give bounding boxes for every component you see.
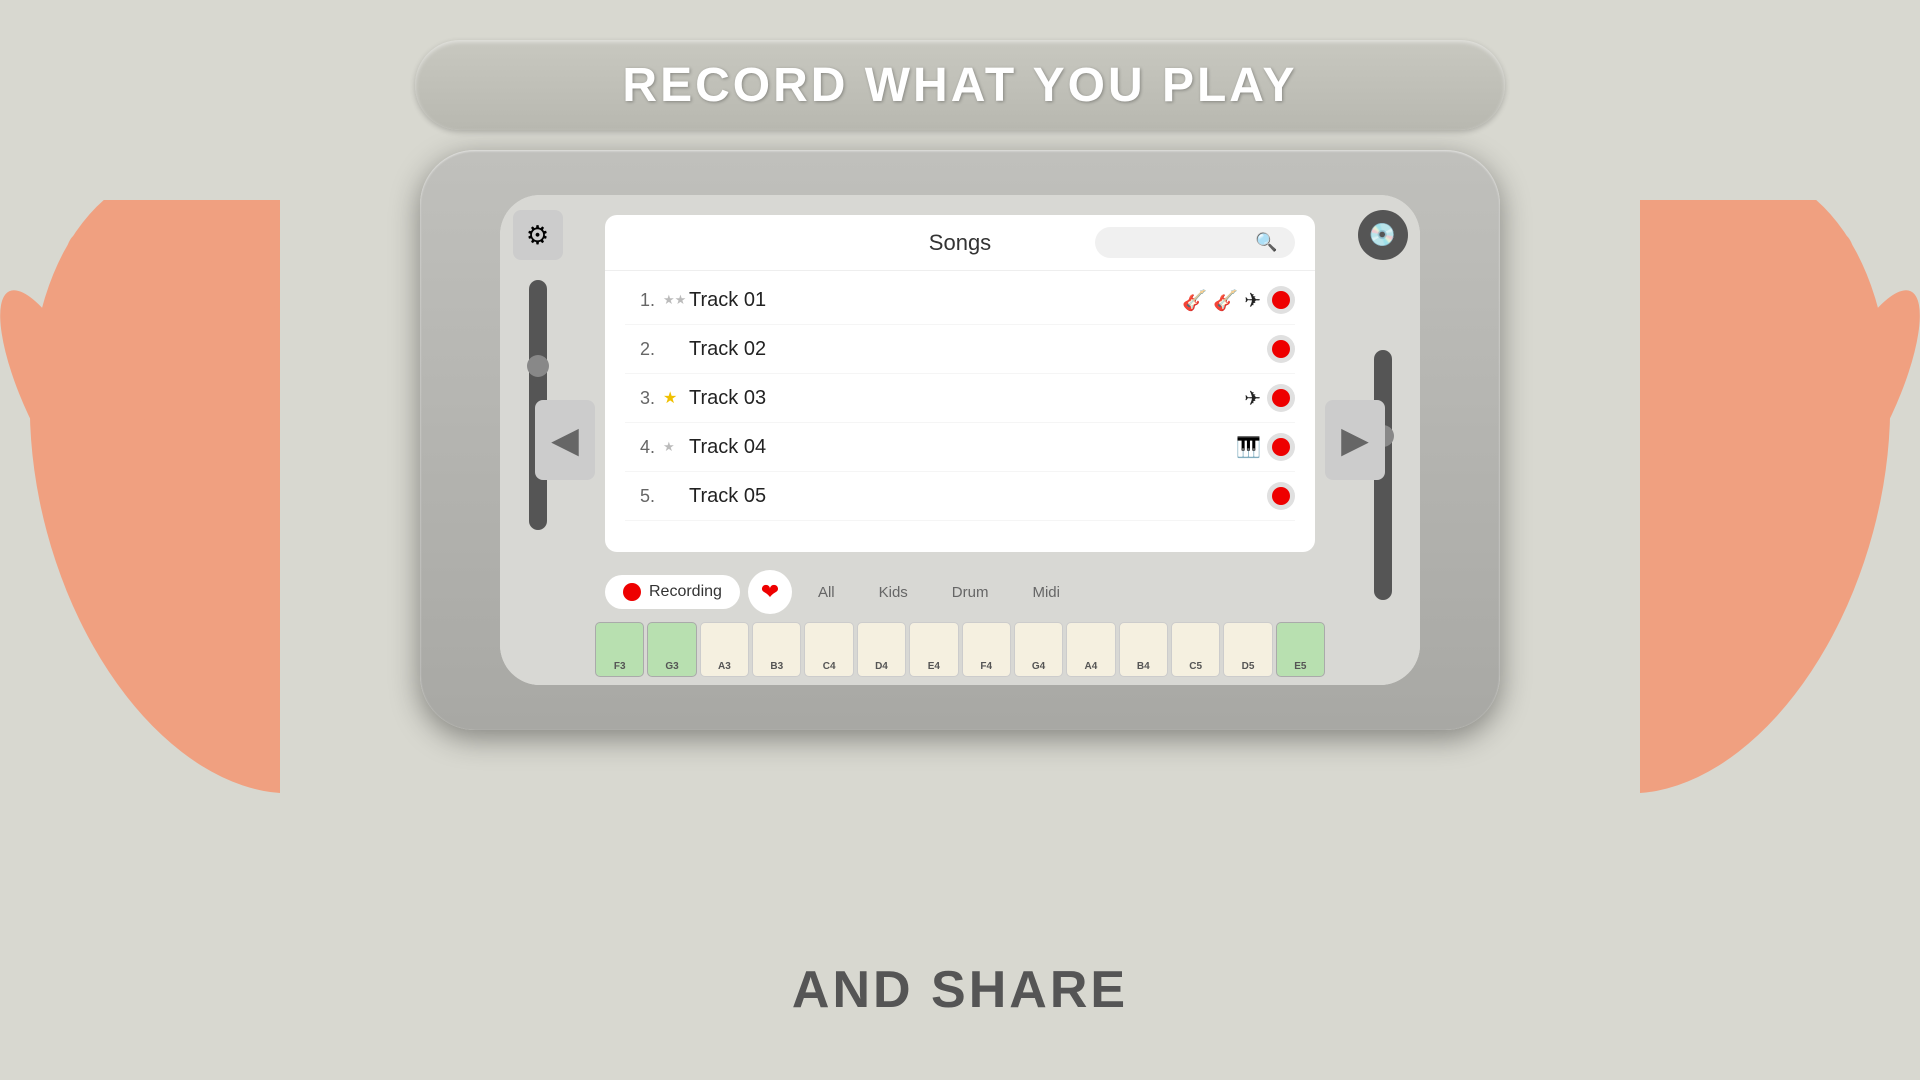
favorites-tab[interactable]: ❤ (748, 570, 792, 614)
track-icons-2 (1267, 335, 1295, 363)
songs-panel: Songs 🔍 1. ★★ Track 01 🎸 (605, 215, 1315, 552)
track-name-4: Track 04 (689, 436, 1236, 459)
piano-key-b4[interactable]: B4 (1119, 622, 1168, 677)
record-dot-3[interactable] (1267, 384, 1295, 412)
piano-key-d5[interactable]: D5 (1223, 622, 1272, 677)
piano-key-f4[interactable]: F4 (962, 622, 1011, 677)
track-number-1: 1. (625, 290, 655, 311)
phone-inner: ⚙ ◀ ▶ Songs 🔍 (500, 195, 1420, 685)
slider-thumb (527, 355, 549, 377)
track-icons-3: ✈ (1244, 384, 1295, 412)
track-item-4[interactable]: 4. ★ Track 04 🎹 (625, 423, 1295, 472)
drum-tab[interactable]: Drum (934, 576, 1007, 609)
all-tab[interactable]: All (800, 576, 853, 609)
disc-button[interactable]: 💿 (1358, 210, 1408, 260)
piano-key-a4[interactable]: A4 (1066, 622, 1115, 677)
record-dot-inner-4 (1272, 438, 1290, 456)
search-icon: 🔍 (1255, 232, 1277, 253)
piano-key-c4[interactable]: C4 (804, 622, 853, 677)
satellite-icon-3: ✈ (1244, 386, 1261, 411)
track-star-1: ★★ (663, 292, 685, 308)
track-number-3: 3. (625, 388, 655, 409)
piano-key-c5[interactable]: C5 (1171, 622, 1220, 677)
track-item-2[interactable]: 2. Track 02 (625, 325, 1295, 374)
midi-tab[interactable]: Midi (1014, 576, 1078, 609)
top-banner: RECORD WHAT YOU PLAY (415, 40, 1505, 130)
track-name-2: Track 02 (689, 338, 1267, 361)
track-icons-5 (1267, 482, 1295, 510)
track-name-5: Track 05 (689, 485, 1267, 508)
songs-title: Songs (825, 230, 1095, 256)
record-dot-inner-2 (1272, 340, 1290, 358)
record-dot-4[interactable] (1267, 433, 1295, 461)
songs-header: Songs 🔍 (605, 215, 1315, 271)
kids-tab[interactable]: Kids (861, 576, 926, 609)
recording-tab-label: Recording (649, 583, 722, 601)
piano-key-b3[interactable]: B3 (752, 622, 801, 677)
search-bar[interactable]: 🔍 (1095, 227, 1295, 258)
record-dot-inner-3 (1272, 389, 1290, 407)
track-name-3: Track 03 (689, 387, 1244, 410)
piano-key-g4[interactable]: G4 (1014, 622, 1063, 677)
gear-button[interactable]: ⚙ (513, 210, 563, 260)
piano-key-d4[interactable]: D4 (857, 622, 906, 677)
main-content: ◀ ▶ Songs 🔍 1. (575, 195, 1345, 685)
bottom-tab-bar: Recording ❤ All Kids Drum Midi (575, 562, 1345, 622)
nav-arrow-right[interactable]: ▶ (1325, 400, 1385, 480)
record-dot-inner-5 (1272, 487, 1290, 505)
track-icons-1: 🎸 🎸 ✈ (1182, 286, 1295, 314)
track-star-4: ★ (663, 439, 685, 455)
piano-key-e4[interactable]: E4 (909, 622, 958, 677)
piano-icon: 🎹 (1236, 435, 1261, 460)
search-input[interactable] (1107, 235, 1247, 251)
track-star-3: ★ (663, 388, 685, 408)
track-icons-4: 🎹 (1236, 433, 1295, 461)
hand-right (1640, 200, 1920, 800)
piano-key-e5[interactable]: E5 (1276, 622, 1325, 677)
piano-key-a3[interactable]: A3 (700, 622, 749, 677)
piano-key-g3[interactable]: G3 (647, 622, 696, 677)
guitar-icon: 🎸 (1182, 288, 1207, 313)
track-item-1[interactable]: 1. ★★ Track 01 🎸 🎸 ✈ (625, 276, 1295, 325)
recording-tab[interactable]: Recording (605, 575, 740, 609)
nav-arrow-left[interactable]: ◀ (535, 400, 595, 480)
hand-left (0, 200, 280, 800)
phone-frame: ⚙ ◀ ▶ Songs 🔍 (420, 150, 1500, 730)
track-item-5[interactable]: 5. Track 05 (625, 472, 1295, 521)
satellite-icon-1: ✈ (1244, 288, 1261, 313)
track-name-1: Track 01 (689, 289, 1182, 312)
record-dot-2[interactable] (1267, 335, 1295, 363)
track-number-5: 5. (625, 486, 655, 507)
record-dot-inner-1 (1272, 291, 1290, 309)
top-banner-text: RECORD WHAT YOU PLAY (622, 58, 1297, 113)
bottom-banner-text: AND SHARE (792, 960, 1128, 1020)
piano-key-f3[interactable]: F3 (595, 622, 644, 677)
piano-area: F3 G3 A3 B3 C4 D4 E4 F4 G4 A4 B4 C5 D5 E… (575, 622, 1345, 685)
bottom-banner: AND SHARE (560, 960, 1360, 1020)
recording-dot (623, 583, 641, 601)
track-list: 1. ★★ Track 01 🎸 🎸 ✈ (605, 271, 1315, 552)
guitar-cross-icon: 🎸 (1213, 288, 1238, 313)
track-number-2: 2. (625, 339, 655, 360)
record-dot-1[interactable] (1267, 286, 1295, 314)
record-dot-5[interactable] (1267, 482, 1295, 510)
track-item-3[interactable]: 3. ★ Track 03 ✈ (625, 374, 1295, 423)
track-number-4: 4. (625, 437, 655, 458)
